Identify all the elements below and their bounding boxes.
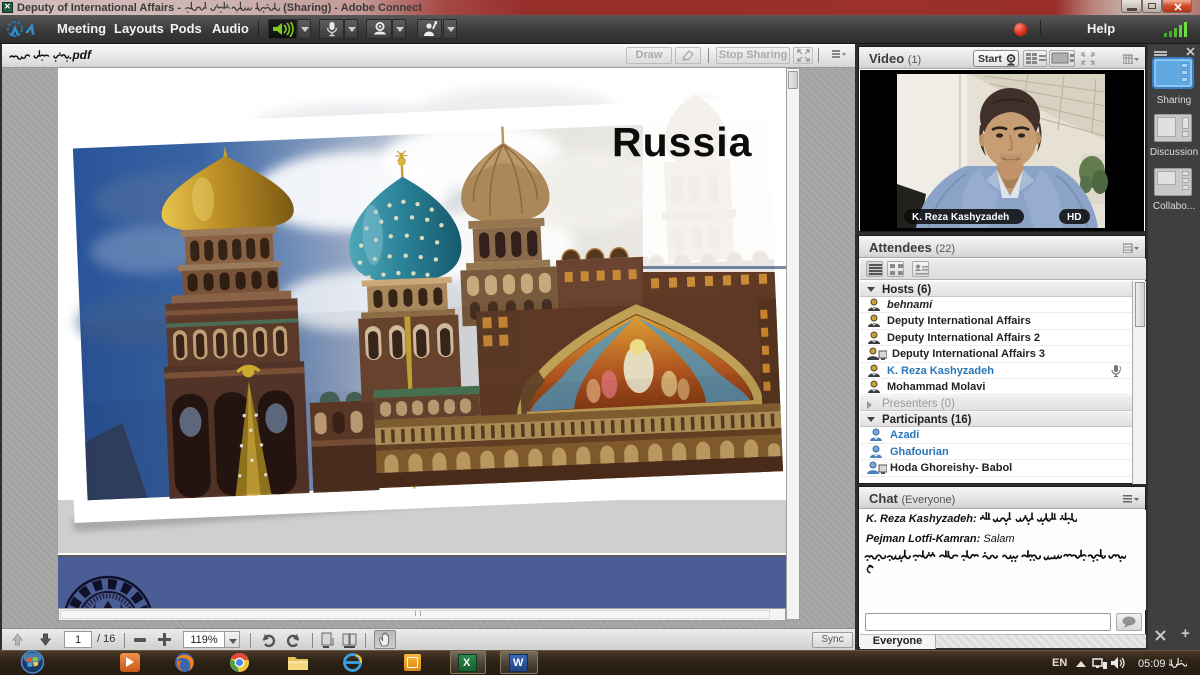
svg-text:Russia: Russia [612,119,753,165]
svg-text:HD: HD [1067,212,1081,223]
svg-text:K. Reza Kashyzadeh: K. Reza Kashyzadeh [912,212,1009,223]
